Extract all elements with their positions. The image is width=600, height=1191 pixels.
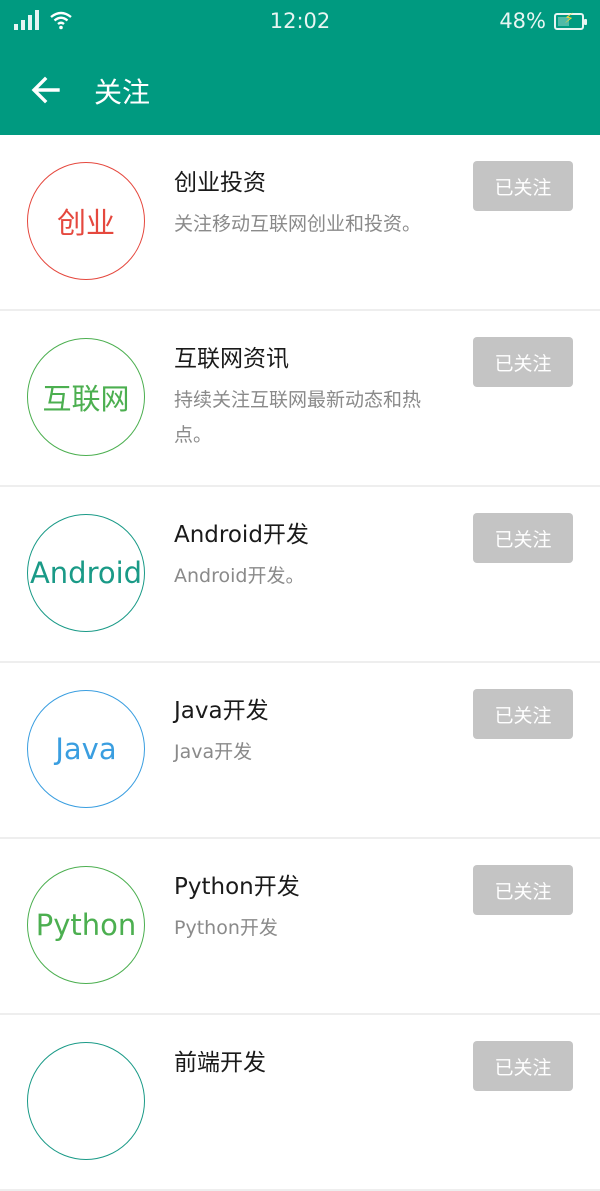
topic-row[interactable]: Python Python开发 Python开发 已关注 xyxy=(0,839,600,1015)
topic-logo: 创业 xyxy=(27,162,145,280)
followed-button[interactable]: 已关注 xyxy=(473,337,573,387)
topic-desc: Java开发 xyxy=(174,741,253,763)
topic-name: Java开发 xyxy=(174,698,269,724)
topic-name: Android开发 xyxy=(174,522,309,548)
topic-list: 创业 创业投资 关注移动互联网创业和投资。 已关注 互联网 互联网资讯 持续关注… xyxy=(0,135,600,1191)
charging-bolt-icon: ⚡ xyxy=(564,10,574,27)
back-button[interactable] xyxy=(26,70,66,110)
topic-desc: Python开发 xyxy=(174,917,278,939)
followed-button[interactable]: 已关注 xyxy=(473,161,573,211)
topic-row[interactable]: 前端开发 已关注 xyxy=(0,1015,600,1191)
topic-logo xyxy=(27,1042,145,1160)
topic-name: 前端开发 xyxy=(174,1050,266,1076)
topic-name: Python开发 xyxy=(174,874,300,900)
topic-logo: Python xyxy=(27,866,145,984)
topic-name: 创业投资 xyxy=(174,170,266,196)
topic-logo: Java xyxy=(27,690,145,808)
arrow-left-icon xyxy=(31,76,60,104)
status-right: 48% ⚡ xyxy=(499,9,587,33)
topic-logo: Android xyxy=(27,514,145,632)
followed-button[interactable]: 已关注 xyxy=(473,513,573,563)
page-title: 关注 xyxy=(94,76,151,109)
followed-button[interactable]: 已关注 xyxy=(473,689,573,739)
topic-row[interactable]: Java Java开发 Java开发 已关注 xyxy=(0,663,600,839)
app-bar: 关注 xyxy=(0,44,600,135)
topic-row[interactable]: Android Android开发 Android开发。 已关注 xyxy=(0,487,600,663)
topic-row[interactable]: 互联网 互联网资讯 持续关注互联网最新动态和热点。 已关注 xyxy=(0,311,600,487)
topic-name: 互联网资讯 xyxy=(174,346,289,372)
status-bar: 12:02 48% ⚡ xyxy=(0,0,600,44)
followed-button[interactable]: 已关注 xyxy=(473,1041,573,1091)
topic-desc: 持续关注互联网最新动态和热点。 xyxy=(174,389,422,446)
followed-button[interactable]: 已关注 xyxy=(473,865,573,915)
topic-row[interactable]: 创业 创业投资 关注移动互联网创业和投资。 已关注 xyxy=(0,135,600,311)
battery-icon: ⚡ xyxy=(554,10,587,30)
topic-logo: 互联网 xyxy=(27,338,145,456)
topic-desc: 关注移动互联网创业和投资。 xyxy=(174,213,422,235)
battery-percent: 48% xyxy=(499,9,546,33)
topic-desc: Android开发。 xyxy=(174,565,305,587)
